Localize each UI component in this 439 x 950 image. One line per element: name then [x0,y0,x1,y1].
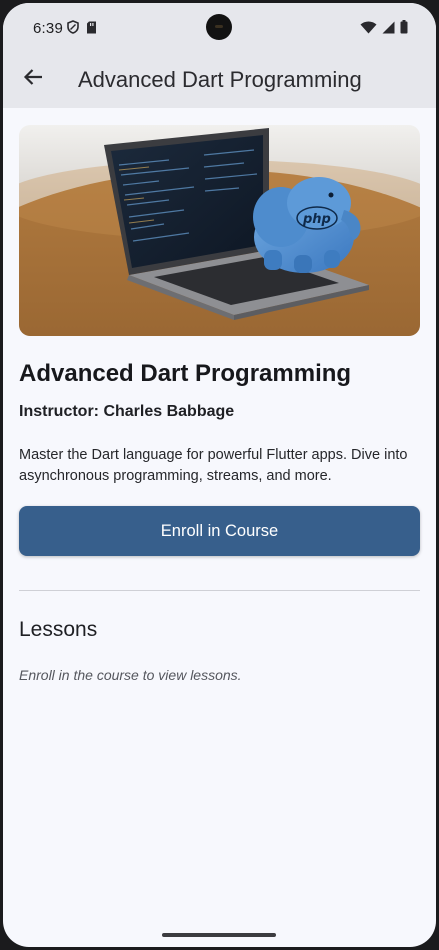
status-time: 6:39 [33,20,63,37]
phone-screen: 6:39 Advanced Dart Programming php Advan… [3,3,436,947]
enroll-button[interactable]: Enroll in Course [19,506,420,556]
cell-signal-icon [382,21,395,39]
course-description: Master the Dart language for powerful Fl… [19,447,408,484]
course-instructor: Instructor: Charles Babbage [19,403,235,420]
wifi-icon [360,21,377,39]
course-title: Advanced Dart Programming [19,360,352,387]
status-bar: 6:39 [3,3,436,53]
front-camera [206,14,232,40]
status-left-icons [67,20,97,39]
svg-text:php: php [302,212,331,227]
shield-icon [67,20,79,39]
gesture-nav-bar[interactable] [162,933,276,937]
course-image: php [19,125,420,336]
battery-icon [400,20,408,39]
app-bar: Advanced Dart Programming [3,53,436,108]
sd-card-icon [86,21,97,39]
status-right-icons [360,20,408,39]
page-title: Advanced Dart Programming [78,67,362,92]
arrow-back-icon [23,68,43,91]
divider [19,590,420,591]
back-button[interactable] [17,63,49,95]
lessons-heading: Lessons [19,618,98,641]
lessons-empty-message: Enroll in the course to view lessons. [19,667,242,683]
